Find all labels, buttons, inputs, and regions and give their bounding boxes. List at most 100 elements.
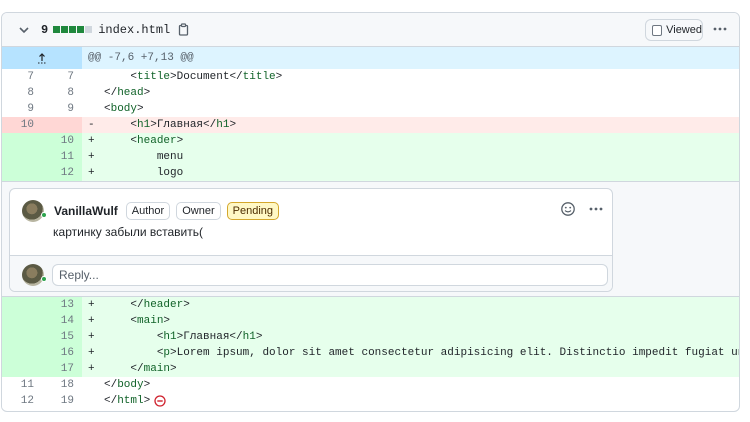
old-line-number[interactable]	[2, 345, 42, 361]
diffstat-count: 9	[41, 22, 49, 37]
file-name[interactable]: index.html	[98, 23, 170, 37]
old-line-number[interactable]	[2, 329, 42, 345]
code-text: </	[130, 299, 144, 311]
copy-icon[interactable]	[178, 23, 192, 37]
viewed-checkbox-button[interactable]: Viewed	[645, 19, 703, 41]
new-line-number[interactable]: 7	[42, 69, 82, 85]
new-line-number[interactable]: 13	[42, 297, 82, 313]
new-line-number[interactable]: 17	[42, 361, 82, 377]
old-line-number[interactable]: 12	[2, 393, 42, 409]
old-line-number[interactable]	[2, 149, 42, 165]
code-text: <	[104, 103, 111, 115]
reply-avatar	[22, 263, 47, 286]
code-content: + menu	[82, 149, 739, 165]
code-text: </	[104, 395, 118, 407]
diff-line-ctx: 77 < title >Document</title >	[2, 69, 739, 85]
diff-line-add: 12 + logo	[2, 165, 739, 181]
comment-more-button[interactable]	[586, 201, 606, 217]
diff-marker: +	[88, 363, 95, 375]
code-text: <	[130, 71, 138, 83]
code-text: >Главная</	[176, 331, 243, 343]
reply-input[interactable]	[52, 263, 608, 286]
code-text: >	[163, 315, 171, 327]
old-line-number[interactable]: 7	[2, 69, 42, 85]
code-content: + < main >	[82, 313, 739, 329]
old-line-number[interactable]: 11	[2, 377, 42, 393]
old-line-number[interactable]: 9	[2, 101, 42, 117]
code-content: - < h1 >Главная</h1 >	[82, 117, 739, 133]
new-line-number[interactable]: 12	[42, 165, 82, 181]
diffstat-block	[69, 26, 77, 33]
old-line-number[interactable]	[2, 313, 42, 329]
code-text: >	[143, 395, 151, 407]
new-line-number[interactable]: 19	[42, 393, 82, 409]
viewed-checkbox[interactable]	[652, 24, 663, 36]
tag-name: h1	[242, 331, 256, 343]
new-line-number[interactable]: 18	[42, 377, 82, 393]
comment-author[interactable]: VanillaWulf	[54, 204, 118, 218]
old-line-number[interactable]	[2, 297, 42, 313]
code-text: <	[130, 315, 138, 327]
code-content: + logo	[82, 165, 739, 181]
diff-line-add: 11 + menu	[2, 149, 739, 165]
old-line-number[interactable]	[2, 361, 42, 377]
new-line-number[interactable]: 11	[42, 149, 82, 165]
tag-name: body	[110, 103, 138, 115]
diff-line-add: 15 + < h1 >Главная</h1 >	[2, 329, 739, 345]
new-line-number[interactable]: 10	[42, 133, 82, 149]
code-text: <	[130, 119, 138, 131]
tag-name: title	[137, 71, 171, 83]
smiley-icon[interactable]	[560, 201, 576, 217]
old-line-number[interactable]	[2, 165, 42, 181]
diff-line-add: 14 + < main >	[2, 313, 739, 329]
diff-marker: +	[88, 331, 95, 343]
diff-marker: +	[88, 315, 95, 327]
new-line-number[interactable]: 8	[42, 85, 82, 101]
diff-marker: +	[88, 151, 95, 163]
avatar[interactable]	[22, 200, 47, 222]
diff-lines-after: 13 + </header >14 + < main >15 + < h1 >Главная</…	[2, 297, 739, 409]
old-line-number[interactable]: 8	[2, 85, 42, 101]
code-text: >	[143, 379, 151, 391]
diff-line-del: 10 - < h1 >Главная</h1 >	[2, 117, 739, 133]
diffstat-blocks	[53, 26, 93, 33]
code-content: < title >Document</title >	[82, 69, 739, 85]
tag-name: h1	[163, 331, 177, 343]
diff-lines-before: 77 < title >Document</title >8 8 </head >9 9 < bo…	[2, 69, 739, 181]
old-line-number[interactable]: 10	[2, 117, 42, 133]
old-line-number[interactable]	[2, 133, 42, 149]
chevron-down-icon[interactable]	[17, 23, 31, 37]
diff-marker: +	[88, 167, 95, 179]
code-text: >Lorem ipsum, dolor sit amet consectetur…	[170, 347, 739, 359]
diff-line-ctx: 9 9 < body >	[2, 101, 739, 117]
new-line-number[interactable]: 14	[42, 313, 82, 329]
kebab-horizontal-icon	[589, 207, 603, 211]
code-text: >	[275, 71, 283, 83]
tag-name: header	[137, 135, 177, 147]
code-content: + < h1 >Главная</h1 >	[82, 329, 739, 345]
hunk-header: @@ -7,6 +7,13 @@	[2, 47, 739, 69]
expand-up-icon	[38, 53, 46, 64]
new-line-number[interactable]: 16	[42, 345, 82, 361]
file-header: 9 index.html Viewed	[2, 13, 739, 47]
reply-row	[10, 255, 612, 291]
new-line-number[interactable]: 15	[42, 329, 82, 345]
code-text: >	[255, 331, 263, 343]
hunk-header-text: @@ -7,6 +7,13 @@	[82, 47, 739, 69]
diff-line-ctx: 12 19 </html >	[2, 393, 739, 409]
file-more-button[interactable]	[710, 21, 730, 37]
diffstat-block	[85, 26, 93, 33]
code-text: <	[156, 347, 164, 359]
expand-up-button[interactable]	[2, 47, 82, 69]
pending-badge: Pending	[226, 202, 279, 220]
status-dot-icon	[41, 275, 47, 282]
code-text: </	[130, 363, 144, 375]
comment-body: картинку забыли вставить(	[53, 225, 203, 239]
review-comment-zone: VanillaWulf Author Owner Pending картинк…	[2, 181, 739, 297]
new-line-number[interactable]: 9	[42, 101, 82, 117]
new-line-number[interactable]	[42, 117, 82, 133]
